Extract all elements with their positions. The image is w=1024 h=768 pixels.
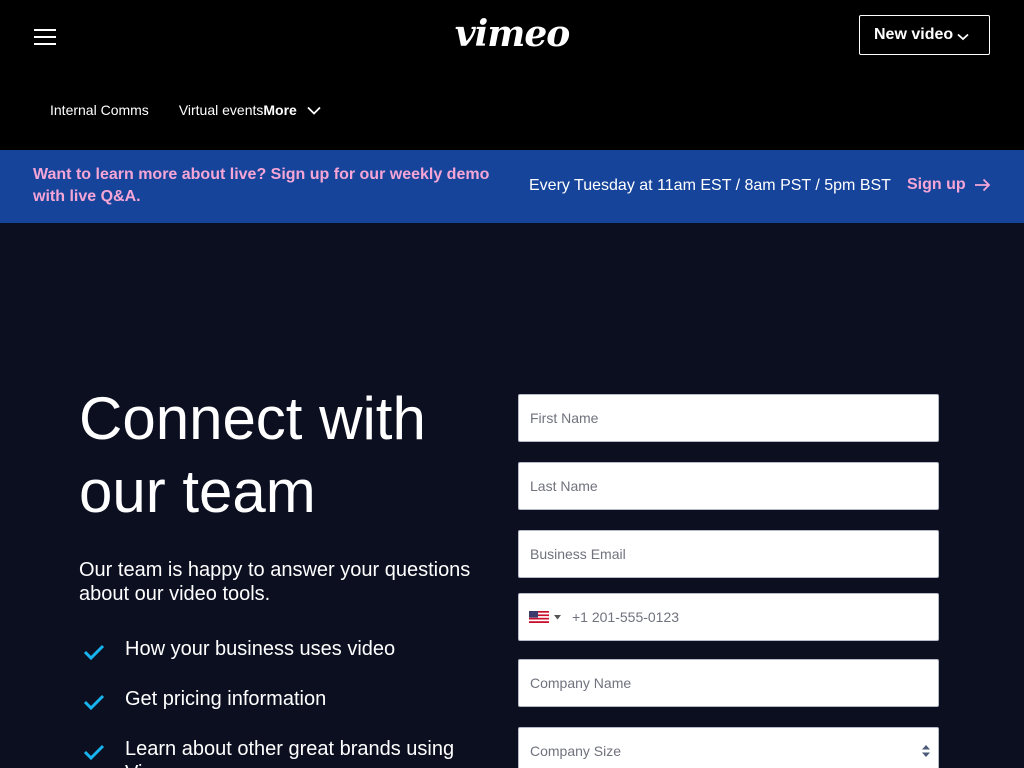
list-item-text: Learn about other great brands using Vim… [125,738,455,768]
list-item: Learn about other great brands using Vim… [79,736,499,768]
new-video-button[interactable]: New video [859,15,990,55]
phone-field[interactable]: +1 201-555-0123 [518,593,939,641]
company-size-select[interactable]: Company Size [518,727,939,768]
business-email-placeholder: Business Email [530,546,626,562]
chevron-down-icon [307,106,321,115]
page-title: Connect with our team [79,385,426,525]
us-flag-icon[interactable] [529,611,549,623]
hamburger-menu-icon[interactable] [34,29,56,45]
phone-placeholder: +1 201-555-0123 [572,609,680,625]
subnav-more-button[interactable]: More [263,102,321,118]
arrow-right-icon [974,178,990,192]
signup-label: Sign up [907,176,966,193]
subnav-more-label: More [263,102,297,118]
first-name-field[interactable]: First Name [518,394,939,442]
check-icon [83,694,105,711]
vimeo-logo[interactable]: vimeo [440,10,584,58]
sub-navigation: Internal Comms Virtual events More [50,100,321,120]
last-name-placeholder: Last Name [530,478,598,494]
list-item-text: Get pricing information [125,688,327,710]
check-icon [83,744,105,761]
select-arrows-icon [922,745,930,757]
list-item-text: How your business uses video [125,638,396,660]
banner-promo-text: Want to learn more about live? Sign up f… [33,166,490,205]
company-name-field[interactable]: Company Name [518,659,939,707]
banner-signup-link[interactable]: Sign up [907,176,991,194]
company-size-placeholder: Company Size [530,743,622,759]
top-navigation-bar: vimeo New video Internal Comms Virtual e… [0,0,1024,150]
chevron-down-icon [957,33,969,40]
list-item: How your business uses video [79,636,499,686]
new-video-label: New video [874,26,954,43]
benefits-list: How your business uses video Get pricing… [79,636,499,768]
company-name-placeholder: Company Name [530,675,632,691]
hero-subtitle: Our team is happy to answer your questio… [79,559,471,605]
check-icon [83,644,105,661]
live-demo-banner: Want to learn more about live? Sign up f… [0,150,1024,223]
banner-schedule-text: Every Tuesday at 11am EST / 8am PST / 5p… [529,177,891,194]
list-item: Get pricing information [79,686,499,736]
country-dropdown-caret-icon[interactable] [554,615,561,620]
subnav-item-internal-comms[interactable]: Internal Comms [50,102,149,118]
subnav-item-virtual-events[interactable]: Virtual events [179,102,264,118]
last-name-field[interactable]: Last Name [518,462,939,510]
business-email-field[interactable]: Business Email [518,530,939,578]
first-name-placeholder: First Name [530,410,599,426]
